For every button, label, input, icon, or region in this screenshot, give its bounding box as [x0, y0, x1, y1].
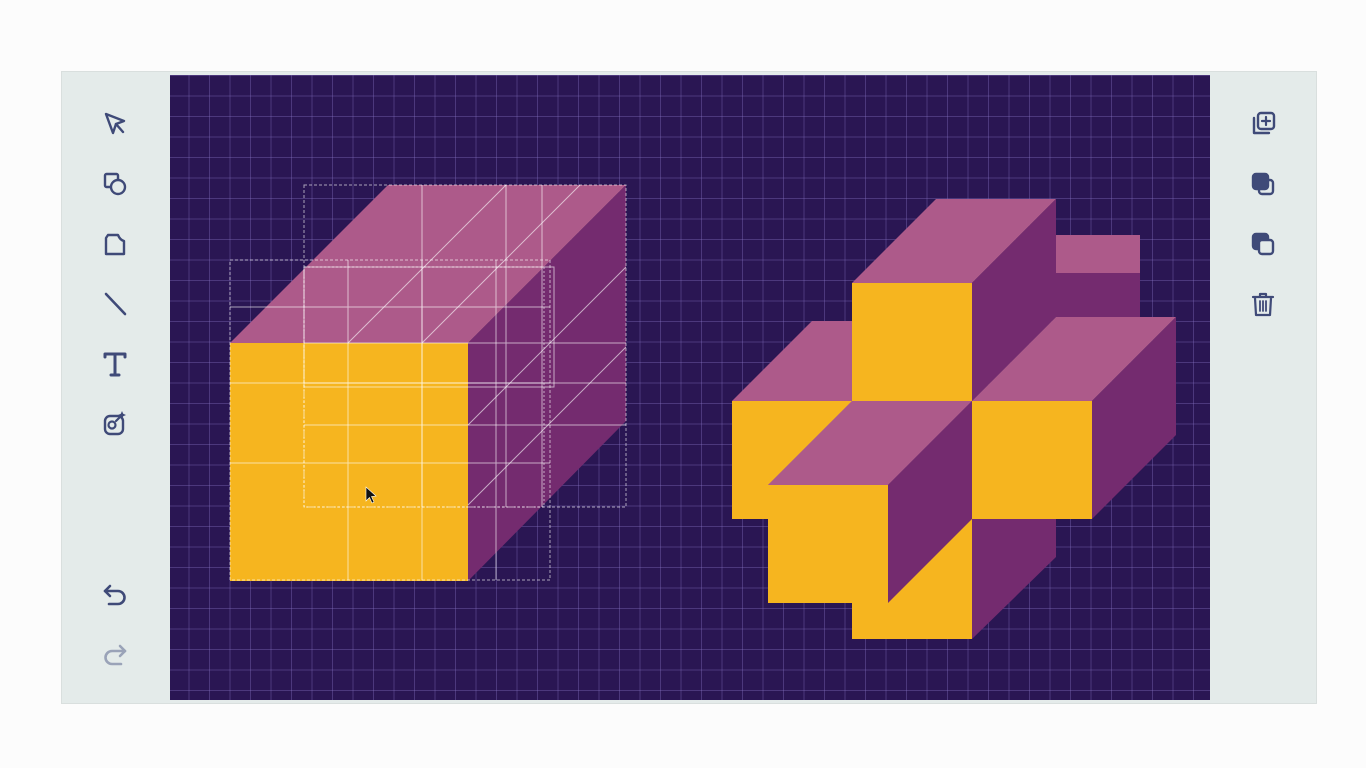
- freeform-tool-button[interactable]: [95, 224, 135, 264]
- shapes-icon: [103, 172, 127, 196]
- undo-button[interactable]: [95, 575, 135, 615]
- cursor-arrow-icon: [104, 112, 126, 135]
- undo-icon: [103, 584, 126, 606]
- left-toolbar: [62, 72, 168, 703]
- trash-icon: [1251, 292, 1275, 317]
- send-to-back-button[interactable]: [1243, 224, 1283, 264]
- sticker-icon: [103, 411, 126, 436]
- cube-cross-cluster[interactable]: [732, 199, 1176, 639]
- text-icon: [103, 352, 127, 377]
- shapes-tool-button[interactable]: [95, 164, 135, 204]
- drawing-canvas[interactable]: [170, 75, 1210, 700]
- line-tool-button[interactable]: [95, 284, 135, 324]
- sticker-tool-button[interactable]: [95, 404, 135, 444]
- right-toolbar: [1210, 72, 1316, 703]
- freeform-shape-icon: [104, 233, 126, 256]
- editor-window: [61, 71, 1317, 704]
- redo-icon: [104, 644, 127, 666]
- text-tool-button[interactable]: [95, 344, 135, 384]
- line-icon: [104, 292, 127, 316]
- delete-button[interactable]: [1243, 284, 1283, 324]
- redo-button[interactable]: [95, 635, 135, 675]
- duplicate-icon: [1252, 111, 1276, 135]
- duplicate-button[interactable]: [1243, 104, 1283, 144]
- send-to-back-icon: [1251, 232, 1275, 256]
- bring-to-front-icon: [1251, 172, 1275, 196]
- bring-to-front-button[interactable]: [1243, 164, 1283, 204]
- select-tool-button[interactable]: [95, 104, 135, 144]
